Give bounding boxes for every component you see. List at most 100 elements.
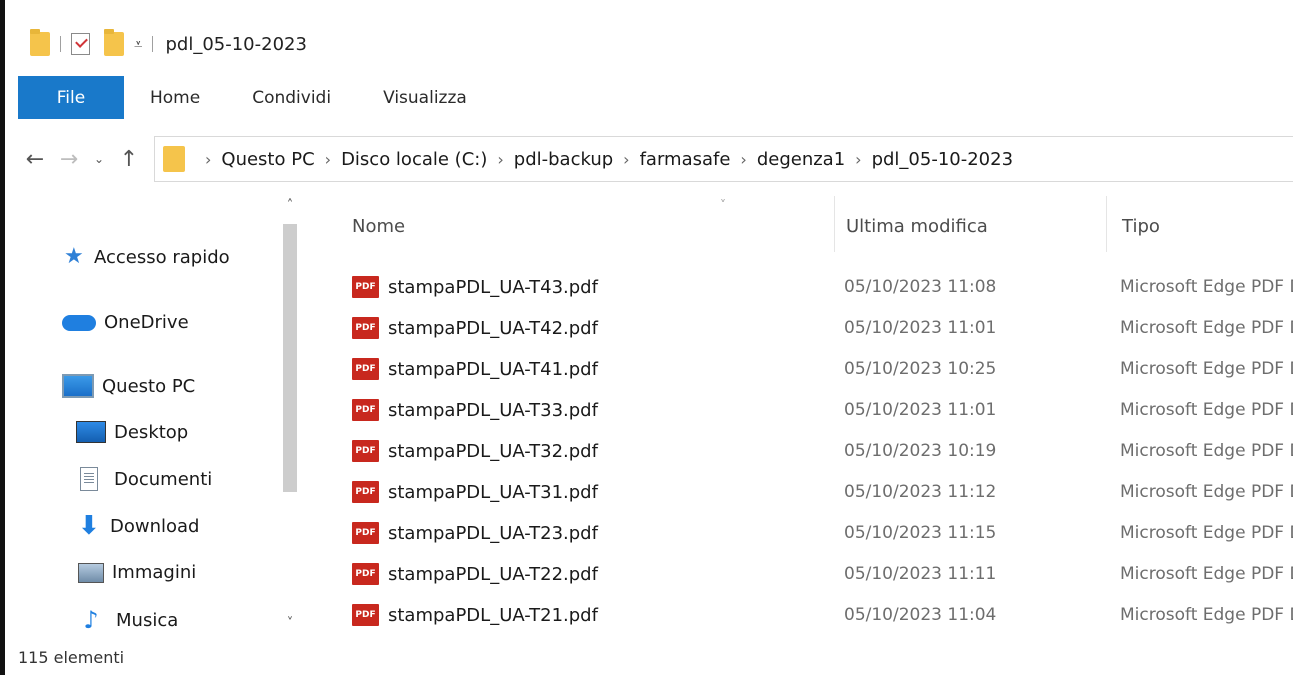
pictures-icon <box>78 562 104 583</box>
nav-item-label: OneDrive <box>104 312 189 333</box>
nav-pane-scrollbar[interactable]: ˄ ˅ <box>280 196 300 641</box>
document-icon <box>80 467 98 491</box>
file-modified-date: 05/10/2023 11:15 <box>844 523 997 543</box>
address-bar[interactable]: › Questo PC › Disco locale (C:) › pdl-ba… <box>154 136 1293 182</box>
properties-icon[interactable] <box>71 33 90 55</box>
pdf-file-icon: PDF <box>352 481 379 503</box>
nav-item-label: Accesso rapido <box>94 246 230 268</box>
breadcrumb-questo-pc[interactable]: Questo PC <box>221 149 314 170</box>
nav-item-download[interactable]: ⬇ Download <box>76 513 199 539</box>
customize-dropdown-icon[interactable]: ⩡ <box>134 36 142 52</box>
file-modified-date: 05/10/2023 11:11 <box>844 564 997 584</box>
pdf-file-icon: PDF <box>352 604 379 626</box>
table-row[interactable]: PDF stampaPDL_UA-T31.pdf 05/10/2023 11:12 M… <box>300 472 1293 512</box>
file-type: Microsoft Edge PDF Document <box>1120 605 1293 625</box>
breadcrumb-current-folder[interactable]: pdl_05-10-2023 <box>872 149 1013 170</box>
pdf-file-icon: PDF <box>352 358 379 380</box>
table-row[interactable]: PDF stampaPDL_UA-T41.pdf 05/10/2023 10:25 M… <box>300 349 1293 389</box>
pdf-file-icon: PDF <box>352 440 379 462</box>
column-header-nome[interactable]: Nome <box>352 216 405 237</box>
breadcrumb-separator[interactable]: › <box>623 150 629 169</box>
pdf-file-icon: PDF <box>352 276 379 298</box>
folder-icon[interactable] <box>30 29 50 56</box>
file-type: Microsoft Edge PDF Document <box>1120 523 1293 543</box>
nav-item-questo-pc[interactable]: Questo PC <box>62 374 195 398</box>
desktop-icon <box>76 421 106 443</box>
nav-item-documenti[interactable]: Documenti <box>74 467 212 491</box>
table-row[interactable]: PDF stampaPDL_UA-T43.pdf 05/10/2023 11:08 M… <box>300 267 1293 307</box>
table-row[interactable]: PDF stampaPDL_UA-T21.pdf 05/10/2023 11:04 M… <box>300 595 1293 635</box>
file-name: stampaPDL_UA-T23.pdf <box>388 522 598 544</box>
address-folder-icon <box>163 146 185 172</box>
breadcrumb-pdl-backup[interactable]: pdl-backup <box>514 149 613 170</box>
tab-condividi[interactable]: Condividi <box>226 88 357 108</box>
nav-item-accesso-rapido[interactable]: ★ Accesso rapido <box>64 246 230 268</box>
file-name: stampaPDL_UA-T22.pdf <box>388 563 598 585</box>
file-name: stampaPDL_UA-T32.pdf <box>388 440 598 462</box>
nav-item-desktop[interactable]: Desktop <box>76 421 188 443</box>
table-row[interactable]: PDF stampaPDL_UA-T32.pdf 05/10/2023 10:19 M… <box>300 431 1293 471</box>
breadcrumb-separator[interactable]: › <box>325 150 331 169</box>
nav-item-onedrive[interactable]: OneDrive <box>62 312 189 333</box>
nav-item-label: Desktop <box>114 421 189 443</box>
column-divider[interactable] <box>1106 196 1107 252</box>
ribbon-tabs: File Home Condividi Visualizza <box>18 76 1293 119</box>
file-type: Microsoft Edge PDF Document <box>1120 400 1293 420</box>
tab-home[interactable]: Home <box>124 88 226 108</box>
file-name: stampaPDL_UA-T33.pdf <box>388 399 598 421</box>
file-type: Microsoft Edge PDF Document <box>1120 482 1293 502</box>
navigation-pane: ★ Accesso rapido OneDrive Questo PC Desk… <box>18 196 298 641</box>
pdf-file-icon: PDF <box>352 399 379 421</box>
pdf-file-icon: PDF <box>352 317 379 339</box>
table-row[interactable]: PDF stampaPDL_UA-T42.pdf 05/10/2023 11:01 M… <box>300 308 1293 348</box>
file-type: Microsoft Edge PDF Document <box>1120 277 1293 297</box>
breadcrumb-degenza1[interactable]: degenza1 <box>757 149 845 170</box>
file-modified-date: 05/10/2023 11:04 <box>844 605 997 625</box>
breadcrumb-disco-locale[interactable]: Disco locale (C:) <box>341 149 487 170</box>
table-row[interactable]: PDF stampaPDL_UA-T23.pdf 05/10/2023 11:15 M… <box>300 513 1293 553</box>
file-type: Microsoft Edge PDF Document <box>1120 564 1293 584</box>
file-modified-date: 05/10/2023 11:08 <box>844 277 997 297</box>
nav-item-label: Questo PC <box>102 375 196 397</box>
breadcrumb-separator[interactable]: › <box>855 150 861 169</box>
column-divider[interactable] <box>834 196 835 252</box>
window-title: pdl_05-10-2023 <box>165 33 307 55</box>
quick-access-separator <box>60 36 61 52</box>
file-modified-date: 05/10/2023 11:01 <box>844 400 997 420</box>
nav-item-label: Immagini <box>112 562 197 583</box>
scroll-thumb[interactable] <box>283 224 297 492</box>
breadcrumb-separator[interactable]: › <box>497 150 503 169</box>
breadcrumb-separator[interactable]: › <box>740 150 746 169</box>
file-name: stampaPDL_UA-T41.pdf <box>388 358 598 380</box>
pdf-file-icon: PDF <box>352 522 379 544</box>
column-header-tipo[interactable]: Tipo <box>1122 216 1160 237</box>
up-arrow-icon[interactable]: ↑ <box>112 147 146 172</box>
breadcrumb-farmasafe[interactable]: farmasafe <box>640 149 731 170</box>
table-row[interactable]: PDF stampaPDL_UA-T33.pdf 05/10/2023 11:01 M… <box>300 390 1293 430</box>
nav-item-musica[interactable]: ♪ Musica <box>76 608 178 632</box>
tab-file[interactable]: File <box>18 76 124 119</box>
tab-visualizza[interactable]: Visualizza <box>357 88 493 108</box>
nav-item-immagini[interactable]: Immagini <box>78 562 196 583</box>
recent-locations-chevron-icon[interactable]: ⌄ <box>86 152 112 166</box>
forward-arrow-icon[interactable]: → <box>52 147 86 172</box>
cloud-icon <box>62 314 96 331</box>
nav-item-label: Musica <box>116 609 179 631</box>
scroll-down-chevron-icon[interactable]: ˅ <box>280 614 300 634</box>
new-folder-icon[interactable] <box>104 29 124 56</box>
pdf-file-icon: PDF <box>352 563 379 585</box>
computer-icon <box>62 374 94 398</box>
file-modified-date: 05/10/2023 11:01 <box>844 318 997 338</box>
table-row[interactable]: PDF stampaPDL_UA-T22.pdf 05/10/2023 11:11 M… <box>300 554 1293 594</box>
nav-item-label: Documenti <box>114 468 213 490</box>
scroll-up-chevron-icon[interactable]: ˄ <box>280 196 300 216</box>
column-header-ultima-modifica[interactable]: Ultima modifica <box>846 216 988 237</box>
file-type: Microsoft Edge PDF Document <box>1120 318 1293 338</box>
star-icon: ★ <box>64 244 84 269</box>
breadcrumb-separator: › <box>205 149 212 169</box>
nav-item-label: Download <box>110 515 200 537</box>
download-arrow-icon: ⬇ <box>78 511 100 541</box>
back-arrow-icon[interactable]: ← <box>18 147 52 172</box>
file-name: stampaPDL_UA-T43.pdf <box>388 276 598 298</box>
file-modified-date: 05/10/2023 11:12 <box>844 482 997 502</box>
